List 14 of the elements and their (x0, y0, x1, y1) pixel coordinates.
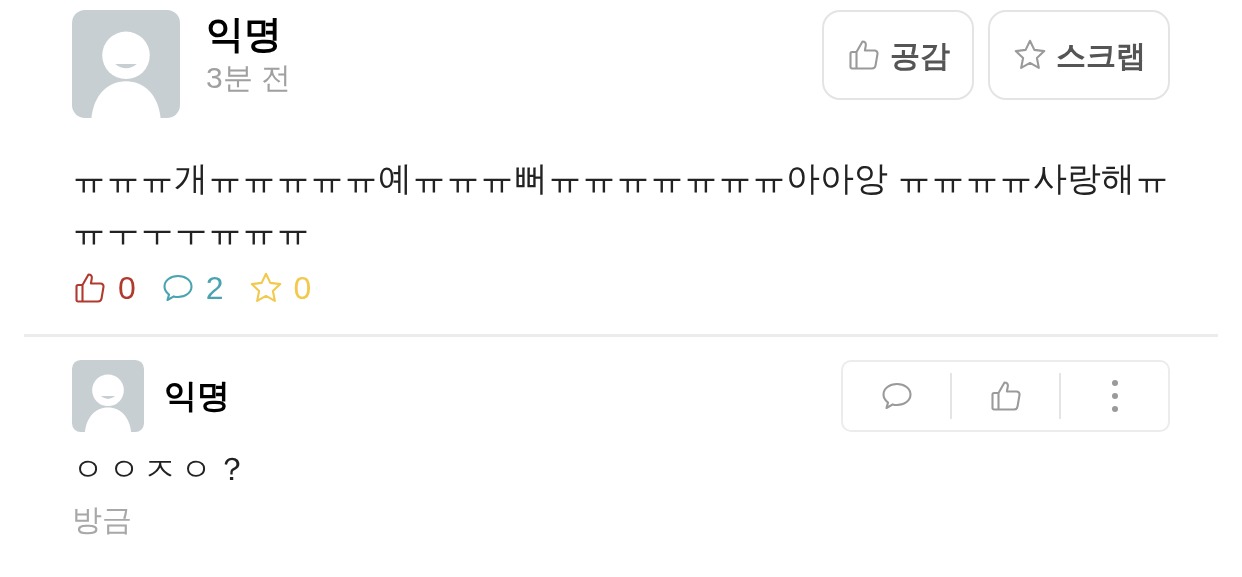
like-count: 0 (72, 264, 136, 312)
post-time: 3분 전 (206, 60, 292, 96)
comment-time: 방금 (72, 502, 133, 538)
more-icon (1110, 379, 1119, 413)
avatar-icon (72, 360, 144, 432)
post-body: ㅠㅠㅠ개ㅠㅠㅠㅠㅠ예ㅠㅠㅠ뻐ㅠㅠㅠㅠㅠㅠㅠ아아앙 ㅠㅠㅠㅠ사랑해ㅠㅠㅜㅜㅜㅠㅠㅠ (72, 158, 1170, 251)
scrap-button[interactable]: 스크랩 (988, 10, 1170, 100)
like-button[interactable]: 공감 (822, 10, 974, 100)
author-name: 익명 (206, 12, 283, 57)
comment-text: ㅇㅇㅈㅇ？ (72, 450, 253, 489)
comment-author: 익명 (164, 376, 230, 417)
comment-count: 2 (159, 264, 224, 312)
avatar-icon (72, 10, 180, 118)
scrap-count: 0 (247, 264, 312, 312)
